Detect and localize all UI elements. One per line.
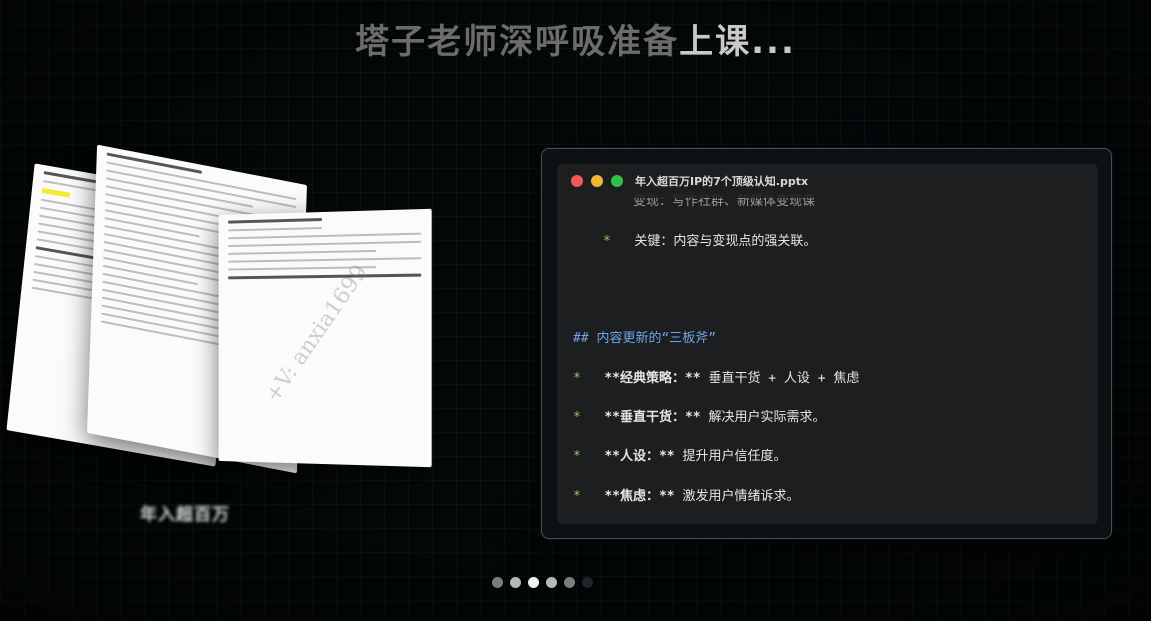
pager-dot-4[interactable] bbox=[546, 577, 557, 588]
bullet-marker: * bbox=[573, 489, 581, 504]
pager-dot-2[interactable] bbox=[510, 577, 521, 588]
pager-dot-5[interactable] bbox=[564, 577, 575, 588]
bullet-4-bold: **焦虑：** bbox=[604, 489, 674, 504]
bullet-3-bold: **人设：** bbox=[604, 449, 674, 464]
minimize-window-button[interactable] bbox=[591, 175, 603, 187]
title-dim-part: 塔子老师深呼吸准备 bbox=[355, 22, 679, 62]
slide-stage: 塔子老师深呼吸准备上课... +V: anxia1699 年入超百万 年入超百万… bbox=[0, 0, 1151, 621]
bullet-3-text: 提升用户信任度。 bbox=[682, 449, 786, 464]
window-titlebar: 年入超百万IP的7个顶级认知.pptx bbox=[557, 164, 1098, 198]
pager-dot-6[interactable] bbox=[582, 577, 593, 588]
window-title: 年入超百万IP的7个顶级认知.pptx bbox=[635, 173, 808, 189]
pager-dot-3[interactable] bbox=[528, 577, 539, 588]
bullet-4-text: 激发用户情绪诉求。 bbox=[682, 489, 799, 504]
document-page-front: +V: anxia1699 bbox=[219, 209, 432, 467]
code-line-bullet-3: * **人设：** 提升用户信任度。 bbox=[573, 445, 786, 464]
bullet-2-text: 解决用户实际需求。 bbox=[708, 410, 825, 425]
monitor-frame: 年入超百万IP的7个顶级认知.pptx 变现：写作社群、新媒体变现课 * 关键：… bbox=[541, 148, 1112, 539]
code-line-key: * 关键：内容与变现点的强关联。 bbox=[603, 230, 816, 249]
code-line-bullet-4: * **焦虑：** 激发用户情绪诉求。 bbox=[573, 485, 799, 504]
code-line-bullet-2: * **垂直干货：** 解决用户实际需求。 bbox=[573, 406, 825, 425]
title-bright-part: 上课... bbox=[679, 22, 796, 62]
bullet-marker: * bbox=[573, 371, 581, 386]
bullet-1-bold: **经典策略：** bbox=[604, 371, 700, 386]
bullet-marker: * bbox=[603, 234, 611, 249]
bullet-2-bold: **垂直干货：** bbox=[604, 410, 700, 425]
slide-pager bbox=[492, 577, 593, 588]
close-window-button[interactable] bbox=[571, 175, 583, 187]
bullet-marker: * bbox=[573, 410, 581, 425]
document-stack: +V: anxia1699 bbox=[0, 150, 460, 490]
code-line-bullet-1: * **经典策略：** 垂直干货 + 人设 + 焦虑 bbox=[573, 367, 859, 386]
bullet-1-text: 垂直干货 + 人设 + 焦虑 bbox=[708, 371, 859, 386]
maximize-window-button[interactable] bbox=[611, 175, 623, 187]
key-text: 关键：内容与变现点的强关联。 bbox=[634, 234, 816, 249]
bullet-marker: * bbox=[573, 449, 581, 464]
editor-window: 年入超百万IP的7个顶级认知.pptx 变现：写作社群、新媒体变现课 * 关键：… bbox=[557, 164, 1098, 524]
code-line-heading: ## 内容更新的“三板斧” bbox=[573, 327, 716, 346]
page-title: 塔子老师深呼吸准备上课... bbox=[0, 14, 1151, 63]
pager-dot-1[interactable] bbox=[492, 577, 503, 588]
document-watermark: +V: anxia1699 bbox=[261, 260, 373, 407]
document-caption-blurred: 年入超百万 bbox=[140, 500, 230, 525]
